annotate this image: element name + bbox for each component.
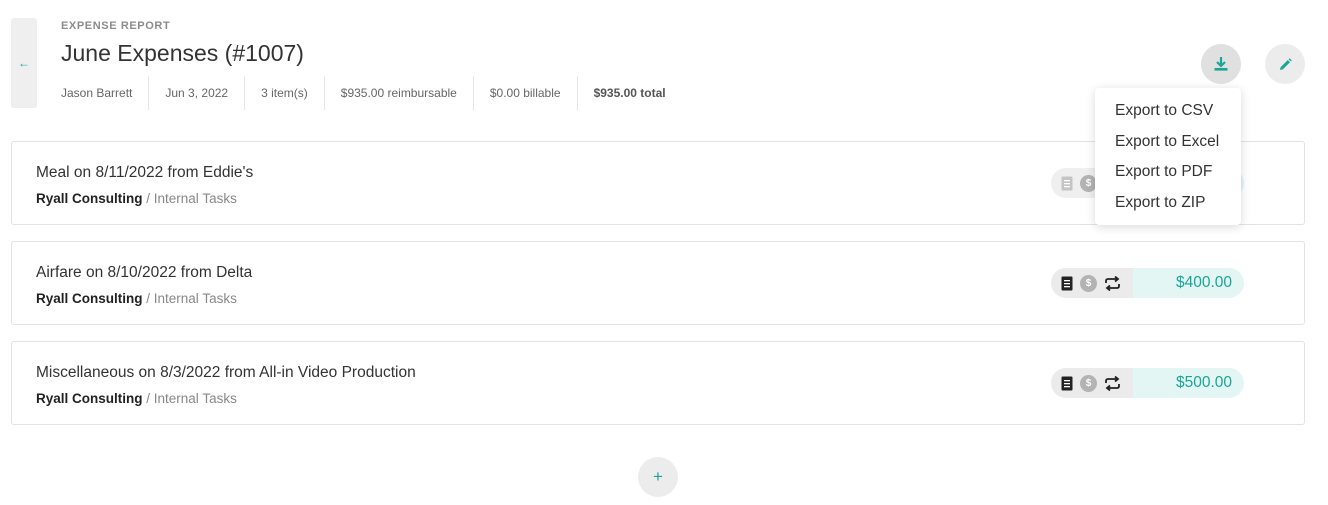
arrow-left-icon: ← [18,56,30,70]
dollar-icon: $ [1080,374,1097,392]
expense-status-pill: $ $400.00 [1051,268,1244,298]
expense-project: Ryall Consulting / Internal Tasks [36,291,237,306]
export-menu: Export to CSV Export to Excel Export to … [1095,88,1241,225]
download-icon [1214,57,1228,71]
repeat-icon [1105,375,1120,391]
report-meta: Jason Barrett Jun 3, 2022 3 item(s) $935… [61,76,682,110]
client-name: Ryall Consulting [36,191,143,206]
client-name: Ryall Consulting [36,391,143,406]
client-name: Ryall Consulting [36,291,143,306]
expense-title: Miscellaneous on 8/3/2022 from All-in Vi… [36,364,416,381]
expense-status-icons: $ [1051,368,1133,398]
meta-owner: Jason Barrett [61,86,133,100]
meta-date: Jun 3, 2022 [148,76,244,110]
project-name: Internal Tasks [153,191,237,206]
report-type-label: EXPENSE REPORT [61,20,171,32]
receipt-icon [1061,276,1073,290]
export-button[interactable] [1201,44,1241,84]
dollar-icon: $ [1080,274,1097,292]
edit-button[interactable] [1265,44,1305,84]
repeat-icon [1105,275,1120,291]
page-title: June Expenses (#1007) [61,40,304,66]
expense-amount: $400.00 [1133,268,1244,298]
expense-title: Airfare on 8/10/2022 from Delta [36,264,253,281]
expense-project: Ryall Consulting / Internal Tasks [36,191,237,206]
expense-card[interactable]: Miscellaneous on 8/3/2022 from All-in Vi… [11,341,1305,425]
meta-reimbursable: $935.00 reimbursable [323,76,473,110]
export-pdf-option[interactable]: Export to PDF [1095,159,1241,190]
add-expense-button[interactable]: + [638,457,678,497]
meta-billable: $0.00 billable [472,76,577,110]
export-zip-option[interactable]: Export to ZIP [1095,190,1241,221]
back-button[interactable]: ← [11,18,37,108]
expense-status-icons: $ [1051,268,1133,298]
expense-status-pill: $ $500.00 [1051,368,1244,398]
pencil-icon [1279,57,1292,70]
expense-title: Meal on 8/11/2022 from Eddie's [36,164,254,181]
meta-total: $935.00 total [576,76,682,110]
expense-project: Ryall Consulting / Internal Tasks [36,391,237,406]
receipt-icon [1061,376,1073,390]
expense-amount: $500.00 [1133,368,1244,398]
expense-card[interactable]: Airfare on 8/10/2022 from Delta Ryall Co… [11,241,1305,325]
meta-item-count: 3 item(s) [244,76,324,110]
export-csv-option[interactable]: Export to CSV [1095,98,1241,129]
receipt-icon [1061,176,1073,190]
plus-icon: + [653,467,663,486]
report-header: EXPENSE REPORT June Expenses (#1007) [61,20,304,67]
project-name: Internal Tasks [153,391,237,406]
export-excel-option[interactable]: Export to Excel [1095,129,1241,160]
project-name: Internal Tasks [153,291,237,306]
